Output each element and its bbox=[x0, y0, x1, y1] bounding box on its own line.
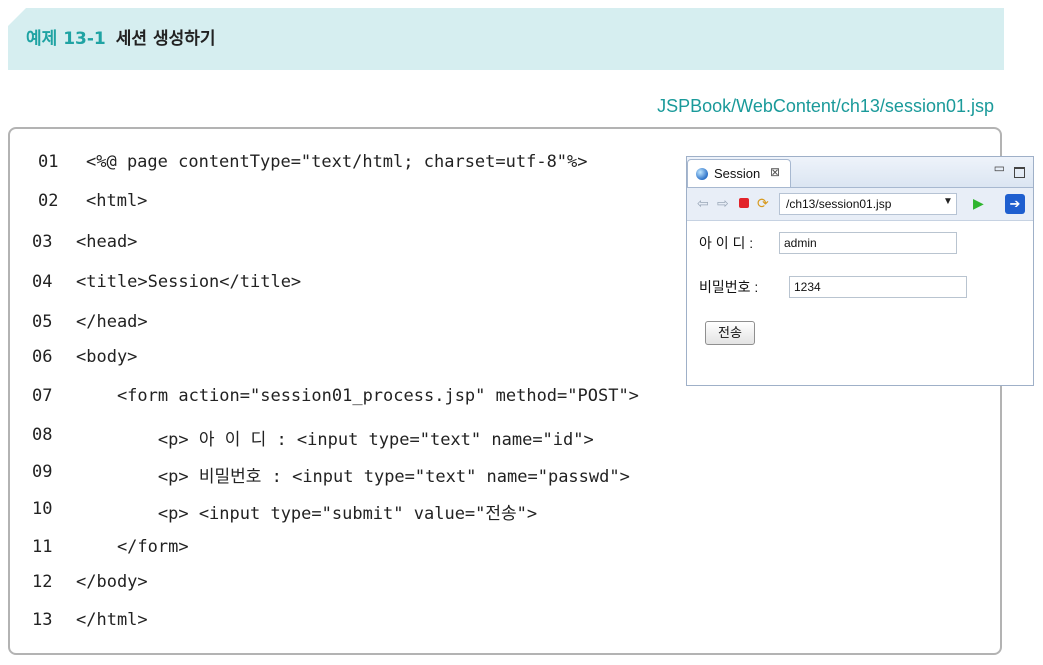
code-text: <p> 비밀번호 : <input type="text" name="pass… bbox=[76, 467, 630, 487]
stop-icon[interactable] bbox=[739, 198, 749, 208]
id-label: 아 이 디 : bbox=[699, 235, 754, 251]
browser-window: Session ⊠ ▭ ⇦ ⇨ ⟳ /ch13/session01.jsp ▼ … bbox=[686, 156, 1034, 386]
browser-toolbar: ⇦ ⇨ ⟳ /ch13/session01.jsp ▼ ▶ ➔ bbox=[687, 188, 1033, 221]
minimize-icon[interactable]: ▭ bbox=[994, 161, 1005, 175]
maximize-icon[interactable] bbox=[1014, 167, 1025, 178]
tab-title: Session bbox=[714, 166, 761, 181]
line-number: 02 bbox=[38, 191, 59, 211]
code-text: <p> <input type="submit" value="전송"> bbox=[76, 504, 538, 524]
line-number: 01 bbox=[38, 152, 59, 172]
url-dropdown-icon[interactable]: ▼ bbox=[943, 196, 953, 207]
line-number: 05 bbox=[32, 312, 53, 332]
back-arrow-icon[interactable]: ⇦ bbox=[697, 195, 709, 211]
line-number: 13 bbox=[32, 610, 53, 630]
code-text: <body> bbox=[76, 347, 138, 367]
code-text: </body> bbox=[76, 572, 148, 592]
line-number: 03 bbox=[32, 232, 53, 252]
refresh-icon[interactable]: ⟳ bbox=[757, 195, 769, 211]
tab-session[interactable]: Session ⊠ bbox=[687, 159, 791, 187]
example-title: 예제 13-1 세션 생성하기 bbox=[26, 24, 216, 49]
code-text: </head> bbox=[76, 312, 148, 332]
code-text: <form action="session01_process.jsp" met… bbox=[76, 386, 639, 406]
code-text: <%@ page contentType="text/html; charset… bbox=[86, 152, 588, 172]
passwd-label: 비밀번호 : bbox=[699, 279, 759, 295]
go-icon[interactable]: ▶ bbox=[973, 195, 984, 212]
code-text: </form> bbox=[76, 537, 189, 557]
external-browser-icon[interactable]: ➔ bbox=[1005, 194, 1025, 214]
line-number: 06 bbox=[32, 347, 53, 367]
line-number: 07 bbox=[32, 386, 53, 406]
code-text: <html> bbox=[86, 191, 148, 211]
example-number: 예제 13-1 bbox=[26, 29, 106, 49]
line-number: 09 bbox=[32, 462, 53, 482]
line-number: 08 bbox=[32, 425, 53, 445]
header-corner-notch bbox=[8, 8, 26, 26]
forward-arrow-icon[interactable]: ⇨ bbox=[717, 195, 729, 211]
line-number: 10 bbox=[32, 499, 53, 519]
line-number: 04 bbox=[32, 272, 53, 292]
example-title-text: 세션 생성하기 bbox=[115, 29, 216, 49]
globe-icon bbox=[696, 168, 708, 180]
code-text: <title>Session</title> bbox=[76, 272, 302, 292]
file-path: JSPBook/WebContent/ch13/session01.jsp bbox=[657, 96, 994, 116]
id-input[interactable]: admin bbox=[779, 232, 957, 254]
line-number: 11 bbox=[32, 537, 53, 557]
browser-tab-bar: Session ⊠ ▭ bbox=[687, 157, 1033, 188]
code-text: <p> 아 이 디 : <input type="text" name="id"… bbox=[76, 430, 594, 450]
submit-button[interactable]: 전송 bbox=[705, 321, 755, 345]
code-text: <head> bbox=[76, 232, 138, 252]
close-icon[interactable]: ⊠ bbox=[770, 165, 780, 179]
passwd-input[interactable]: 1234 bbox=[789, 276, 967, 298]
code-text: </html> bbox=[76, 610, 148, 630]
line-number: 12 bbox=[32, 572, 53, 592]
url-input[interactable]: /ch13/session01.jsp bbox=[779, 193, 957, 215]
